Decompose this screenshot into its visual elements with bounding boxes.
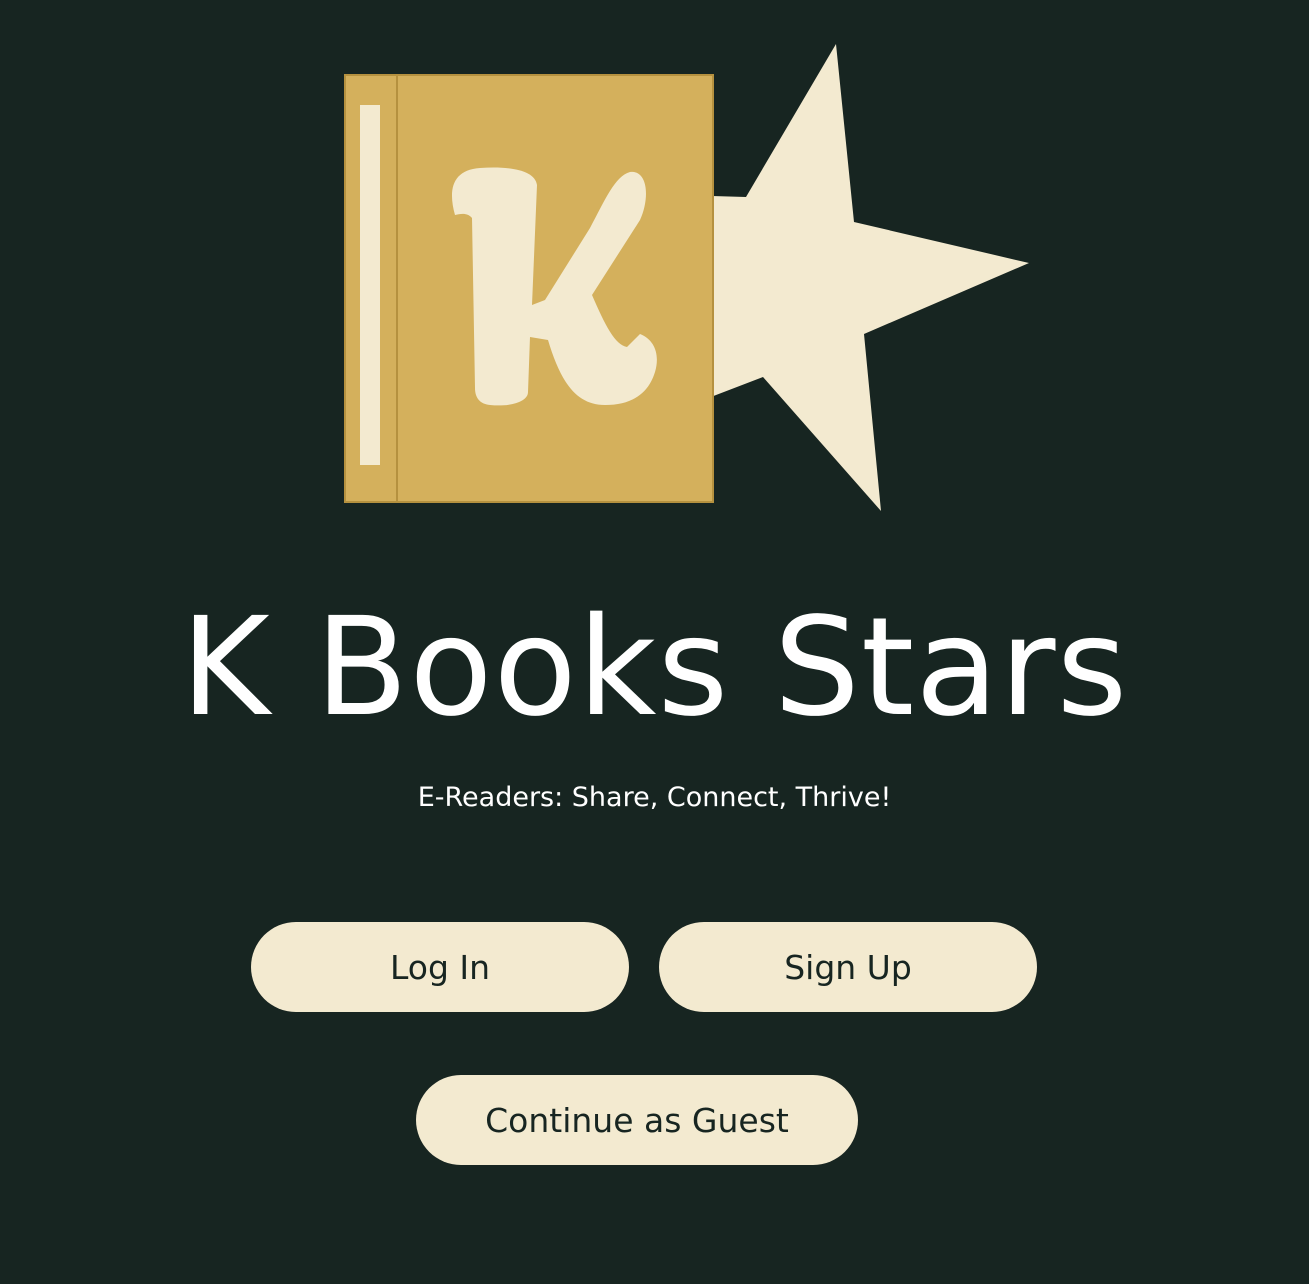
tagline: E-Readers: Share, Connect, Thrive!: [417, 782, 892, 813]
app-logo: [330, 30, 1050, 530]
app-title: K Books Stars: [180, 589, 1129, 747]
star-icon: [690, 44, 1029, 511]
book-with-star-icon: [344, 44, 1029, 511]
signup-button[interactable]: Sign Up: [659, 922, 1037, 1012]
continue-as-guest-button[interactable]: Continue as Guest: [416, 1075, 858, 1165]
login-button[interactable]: Log In: [251, 922, 629, 1012]
